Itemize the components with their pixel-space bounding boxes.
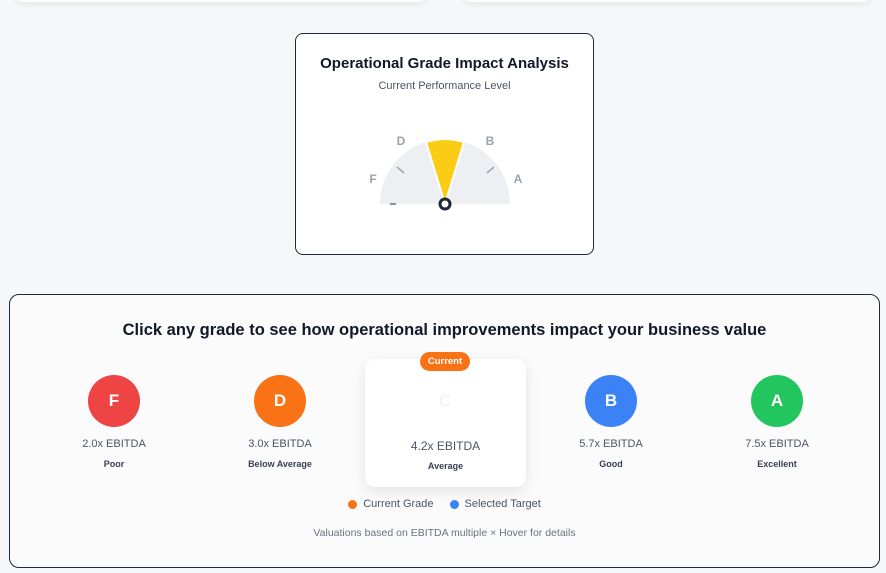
- grade-multiple: 4.2x EBITDA: [410, 439, 481, 453]
- target-dot-icon: [449, 499, 459, 509]
- legend-target-label: Selected Target: [464, 498, 541, 510]
- legend: Current Grade Selected Target: [10, 498, 879, 510]
- legend-current: Current Grade: [348, 498, 434, 510]
- grade-multiple: 5.7x EBITDA: [579, 438, 643, 450]
- gauge-card: Operational Grade Impact Analysis Curren…: [295, 33, 594, 255]
- grade-option-a[interactable]: A 7.5x EBITDA Excellent: [697, 295, 857, 475]
- gauge-label-b: B: [486, 134, 495, 148]
- grade-label: Excellent: [757, 459, 797, 469]
- grade-circle-c[interactable]: C: [419, 375, 471, 427]
- grade-label: Poor: [103, 459, 125, 469]
- legend-target: Selected Target: [449, 498, 541, 510]
- grade-circle-d[interactable]: D: [254, 375, 306, 427]
- grades-panel: Click any grade to see how operational i…: [9, 294, 880, 568]
- gauge-label-d: D: [397, 134, 406, 148]
- grade-multiple: 7.5x EBITDA: [745, 438, 809, 450]
- grade-label: Below Average: [248, 459, 312, 469]
- gauge-pivot: [438, 197, 452, 211]
- grade-label: Good: [599, 459, 623, 469]
- grade-option-b[interactable]: B 5.7x EBITDA Good: [531, 295, 691, 475]
- grade-label: Average: [427, 461, 464, 471]
- grade-option-f[interactable]: F 2.0x EBITDA Poor: [34, 295, 194, 475]
- gauge-label-f: F: [369, 172, 376, 186]
- gauge-label-a: A: [514, 172, 523, 186]
- footer-note: Valuations based on EBITDA multiple × Ho…: [313, 527, 576, 539]
- grade-multiple: 3.0x EBITDA: [248, 438, 312, 450]
- grade-circle-a[interactable]: A: [751, 375, 803, 427]
- current-dot-icon: [348, 499, 358, 509]
- grade-option-d[interactable]: D 3.0x EBITDA Below Average: [200, 295, 360, 475]
- grade-gauge: F D B A: [369, 134, 523, 211]
- grade-circle-f[interactable]: F: [88, 375, 140, 427]
- top-card-right: [462, 0, 872, 2]
- grade-circle-b[interactable]: B: [585, 375, 637, 427]
- grade-option-c-current[interactable]: C 4.2x EBITDA Average: [365, 359, 526, 487]
- current-badge: Current: [420, 352, 470, 371]
- grade-multiple: 2.0x EBITDA: [82, 438, 146, 450]
- top-card-left: [14, 0, 428, 2]
- legend-current-label: Current Grade: [363, 498, 434, 510]
